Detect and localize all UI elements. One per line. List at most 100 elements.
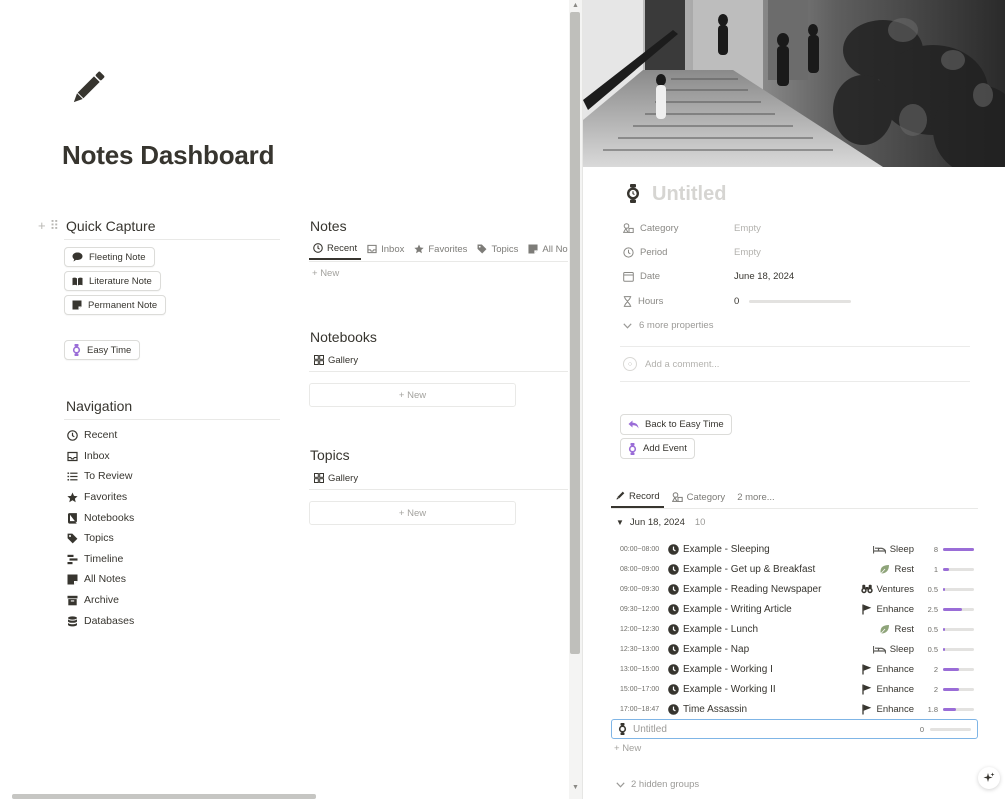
property-category[interactable]: Category Empty [623, 220, 973, 236]
group-label: Jun 18, 2024 [629, 517, 685, 528]
tab-record[interactable]: Record [611, 486, 664, 508]
tab-label: All Not [542, 243, 568, 255]
add-event-button[interactable]: Add Event [620, 438, 695, 459]
hours-progress-bar [749, 299, 852, 303]
row-category[interactable]: Sleep [872, 544, 914, 555]
add-block-icon[interactable]: + [38, 218, 46, 234]
property-period[interactable]: Period Empty [623, 244, 973, 260]
row-category[interactable]: Enhance [862, 684, 914, 695]
watch-icon [72, 344, 81, 356]
literature-note-button[interactable]: Literature Note [64, 271, 161, 291]
comment-input[interactable]: ○ Add a comment... [623, 357, 719, 371]
horizontal-scrollbar[interactable] [12, 794, 316, 799]
watch-icon[interactable] [626, 184, 640, 208]
table-row[interactable]: 12:30~13:00 Example - Nap Sleep 0.5 [620, 640, 974, 658]
scroll-down-icon[interactable]: ▼ [572, 784, 579, 791]
nav-item-databases[interactable]: Databases [67, 613, 134, 629]
new-note-button[interactable]: + New [312, 268, 339, 279]
nav-item-timeline[interactable]: Timeline [67, 551, 123, 567]
nav-item-to-review[interactable]: To Review [67, 468, 132, 484]
row-time: 15:00~17:00 [620, 685, 660, 693]
star-icon [414, 244, 424, 254]
notes-heading: Notes [310, 218, 347, 234]
drag-handle-icon[interactable]: ⠿ [50, 218, 60, 234]
pencil-icon[interactable] [66, 66, 110, 110]
tab-gallery[interactable]: Gallery [310, 467, 362, 489]
clock-icon [664, 543, 679, 555]
scroll-up-icon[interactable]: ▲ [572, 2, 579, 9]
ai-sparkle-button[interactable] [978, 767, 1000, 789]
row-category[interactable]: Enhance [862, 604, 914, 615]
more-properties-toggle[interactable]: 6 more properties [623, 320, 713, 331]
tab-favorites[interactable]: Favorites [410, 238, 471, 260]
caret-down-icon[interactable]: ▼ [616, 518, 624, 527]
tab-inbox[interactable]: Inbox [363, 238, 408, 260]
tab-all-notes[interactable]: All Not [524, 238, 568, 260]
flag-icon [862, 704, 872, 715]
row-category[interactable]: Rest [879, 564, 914, 575]
table-row[interactable]: 09:30~12:00 Example - Writing Article Enha… [620, 600, 974, 618]
vertical-scrollbar[interactable]: ▲ ▼ [569, 0, 582, 799]
nav-item-notebooks[interactable]: Notebooks [67, 510, 134, 526]
new-notebook-button[interactable]: + New [309, 383, 516, 407]
tab-topics[interactable]: Topics [473, 238, 522, 260]
nav-item-recent[interactable]: Recent [67, 427, 117, 443]
nav-item-label: Databases [84, 615, 135, 627]
star-icon [67, 492, 78, 502]
table-row[interactable]: 13:00~15:00 Example - Working I Enhance 2 [620, 660, 974, 678]
tab-recent[interactable]: Recent [309, 238, 362, 260]
hidden-groups-toggle[interactable]: 2 hidden groups [616, 779, 699, 790]
row-category[interactable]: Rest [879, 624, 914, 635]
row-hours: 0.5 [927, 584, 938, 594]
table-row[interactable]: 00:00~08:00 Example - Sleeping Sleep 8 [620, 540, 974, 558]
group-header[interactable]: ▼ Jun 18, 2024 10 [616, 517, 705, 528]
row-category[interactable]: Sleep [872, 643, 914, 655]
tab-category[interactable]: Category [668, 486, 730, 508]
tab-gallery[interactable]: Gallery [310, 349, 362, 371]
nav-item-archive[interactable]: Archive [67, 592, 119, 608]
fleeting-note-button[interactable]: Fleeting Note [64, 247, 155, 267]
row-category-label: Sleep [889, 643, 914, 655]
nav-item-all-notes[interactable]: All Notes [67, 571, 126, 587]
table-row[interactable]: 15:00~17:00 Example - Working II Enhance 2 [620, 680, 974, 698]
flag-icon [862, 684, 872, 695]
tab-more[interactable]: 2 more... [733, 486, 779, 508]
row-title: Example - Working I [683, 663, 773, 675]
flag-icon [862, 604, 872, 615]
property-value[interactable]: Empty [734, 223, 761, 234]
database-icon [68, 615, 77, 626]
scrollbar-thumb[interactable] [570, 12, 580, 654]
cover-image[interactable] [583, 0, 1005, 167]
add-event-label: Add Event [643, 443, 687, 454]
easy-time-button[interactable]: Easy Time [64, 340, 141, 360]
permanent-note-button[interactable]: Permanent Note [64, 295, 167, 315]
property-value[interactable]: 0 [734, 296, 852, 307]
block-handles[interactable]: + ⠿ [38, 218, 59, 234]
row-category[interactable]: Enhance [862, 664, 914, 675]
table-row[interactable]: 12:00~12:30 Example - Lunch Rest 0.5 [620, 620, 974, 638]
property-date[interactable]: Date June 18, 2024 [623, 268, 973, 284]
new-topic-button[interactable]: + New [309, 501, 516, 525]
nav-item-inbox[interactable]: Inbox [67, 448, 110, 464]
row-title: Untitled [633, 723, 667, 735]
row-category[interactable]: Ventures [860, 584, 914, 595]
nav-item-favorites[interactable]: Favorites [67, 489, 127, 505]
gallery-icon [314, 355, 324, 365]
property-value[interactable]: Empty [734, 247, 761, 258]
record-title[interactable]: Untitled [652, 183, 726, 206]
row-hours: 0.5 [927, 624, 938, 634]
property-hours[interactable]: Hours 0 [623, 293, 973, 309]
add-row-button[interactable]: + New [614, 743, 641, 754]
row-progress-bar [943, 707, 974, 711]
nav-item-topics[interactable]: Topics [67, 530, 114, 546]
row-category[interactable]: Enhance [862, 704, 914, 715]
table-row[interactable]: 17:00~18:47 Time Assassin Enhance 1.8 [620, 700, 974, 718]
list-icon [67, 472, 78, 480]
clock-icon [67, 429, 78, 441]
property-value[interactable]: June 18, 2024 [734, 271, 794, 282]
back-to-easy-time-button[interactable]: Back to Easy Time [620, 414, 732, 435]
table-row[interactable]: 08:00~09:00 Example - Get up & Breakfast R… [620, 560, 974, 578]
speech-bubble-icon [72, 252, 83, 262]
table-row[interactable]: 09:00~09:30 Example - Reading Newspaper Ve… [620, 580, 974, 598]
new-row-selected[interactable]: Untitled 0 [611, 719, 978, 739]
